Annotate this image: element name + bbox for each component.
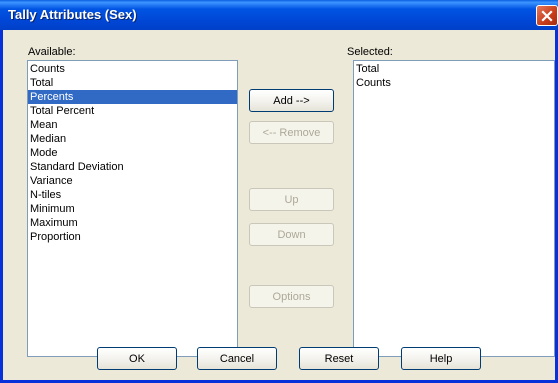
- available-item[interactable]: Counts: [28, 62, 237, 76]
- reset-button[interactable]: Reset: [299, 347, 379, 370]
- options-button[interactable]: Options: [249, 285, 334, 308]
- tally-attributes-dialog: Tally Attributes (Sex) Available: Counts…: [0, 0, 558, 383]
- available-item[interactable]: Proportion: [28, 230, 237, 244]
- available-item[interactable]: Percents: [28, 90, 237, 104]
- up-button[interactable]: Up: [249, 188, 334, 211]
- available-list: Counts Total Percents Total Percent Mean Medi…: [28, 61, 237, 244]
- window-title: Tally Attributes (Sex): [8, 7, 137, 22]
- remove-button[interactable]: <-- Remove: [249, 121, 334, 144]
- title-bar[interactable]: Tally Attributes (Sex): [0, 0, 558, 30]
- selected-item[interactable]: Total: [354, 62, 554, 76]
- close-icon: [541, 9, 553, 22]
- available-item[interactable]: Mode: [28, 146, 237, 160]
- available-label: Available:: [28, 46, 76, 58]
- cancel-button[interactable]: Cancel: [197, 347, 277, 370]
- close-button[interactable]: [536, 5, 558, 26]
- available-item[interactable]: Median: [28, 132, 237, 146]
- available-item[interactable]: Total Percent: [28, 104, 237, 118]
- selected-item[interactable]: Counts: [354, 76, 554, 90]
- available-listbox[interactable]: Counts Total Percents Total Percent Mean Medi…: [27, 60, 238, 357]
- add-button[interactable]: Add -->: [249, 89, 334, 112]
- selected-listbox[interactable]: Total Counts: [353, 60, 555, 357]
- selected-list: Total Counts: [354, 61, 554, 90]
- available-item[interactable]: Maximum: [28, 216, 237, 230]
- available-item[interactable]: Standard Deviation: [28, 160, 237, 174]
- selected-label: Selected:: [347, 46, 393, 58]
- ok-button[interactable]: OK: [97, 347, 177, 370]
- available-item[interactable]: Variance: [28, 174, 237, 188]
- available-item[interactable]: Minimum: [28, 202, 237, 216]
- available-item[interactable]: N-tiles: [28, 188, 237, 202]
- available-item[interactable]: Total: [28, 76, 237, 90]
- down-button[interactable]: Down: [249, 223, 334, 246]
- help-button[interactable]: Help: [401, 347, 481, 370]
- available-item[interactable]: Mean: [28, 118, 237, 132]
